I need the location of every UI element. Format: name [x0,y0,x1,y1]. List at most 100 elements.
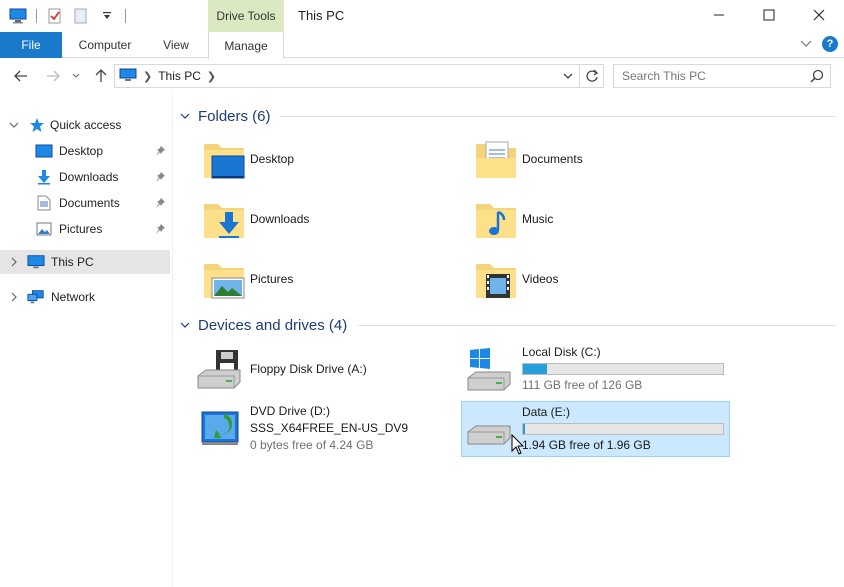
drive-usage-bar [522,423,724,435]
maximize-button[interactable] [744,0,794,30]
tab-computer[interactable]: Computer [68,32,142,58]
network-icon [27,288,45,306]
refresh-button[interactable] [579,65,603,87]
folder-tile-desktop[interactable]: Desktop [200,136,450,186]
drive-free-space: 1.94 GB free of 1.96 GB [522,438,651,452]
chevron-right-icon[interactable] [8,256,20,268]
folder-name: Desktop [250,152,295,166]
chevron-right-icon[interactable] [8,291,20,303]
desktop-folder-icon [200,136,248,184]
floppy-drive-icon [196,346,244,394]
drive-tile-floppy[interactable]: Floppy Disk Drive (A:) [196,346,446,394]
search-icon[interactable] [810,69,824,86]
videos-folder-icon [472,256,520,304]
window-controls [694,0,844,32]
breadcrumb-chevron-icon[interactable]: ❯ [143,70,152,83]
drive-free-space: 111 GB free of 126 GB [522,378,643,392]
drive-tile-data-e[interactable]: Data (E:) 1.94 GB free of 1.96 GB [461,401,730,457]
windows-drive-icon [466,346,514,394]
pin-icon[interactable] [154,145,166,157]
sidebar-item-label: This PC [51,255,94,269]
ribbon-tabs: File Computer View Manage ? [0,32,844,59]
close-button[interactable] [794,0,844,30]
folder-name: Documents [522,152,583,166]
folder-tile-videos[interactable]: Videos [472,256,722,306]
folder-tile-documents[interactable]: Documents [472,136,722,186]
quick-access-toolbar [0,0,128,32]
recent-locations-button[interactable] [68,66,84,86]
toolbar-separator [125,9,126,23]
tab-view[interactable]: View [150,32,202,58]
folder-tile-downloads[interactable]: Downloads [200,196,450,246]
sidebar-item-desktop[interactable]: Desktop [0,139,170,163]
customize-dropdown-icon[interactable] [97,6,117,26]
tab-manage[interactable]: Manage [208,32,284,59]
folder-name: Pictures [250,272,294,286]
forward-button[interactable] [42,66,64,86]
mouse-cursor-icon [511,433,525,459]
sidebar-item-label: Downloads [59,170,119,184]
devices-group-header[interactable]: Devices and drives (4) [178,315,836,335]
this-pc-icon [119,68,137,85]
drive-tile-local-disk-c[interactable]: Local Disk (C:) 111 GB free of 126 GB [466,342,728,394]
pin-icon[interactable] [154,171,166,183]
drive-usage-fill [523,364,547,374]
sidebar-item-this-pc[interactable]: This PC [0,250,170,274]
folder-name: Videos [522,272,559,286]
address-bar[interactable]: ❯ This PC ❯ [114,64,604,88]
drive-tools-label: Drive Tools [208,0,284,32]
drive-usage-bar [522,363,724,375]
navigation-pane: Quick access Desktop Downloads Documents [0,100,172,587]
star-icon [28,116,46,134]
music-folder-icon [472,196,520,244]
folder-tile-music[interactable]: Music [472,196,722,246]
drive-free-space: 0 bytes free of 4.24 GB [250,438,374,452]
address-dropdown-icon[interactable] [559,67,577,85]
documents-folder-icon [472,136,520,184]
window-title: This PC [298,8,345,23]
tab-file[interactable]: File [0,32,62,58]
pin-icon[interactable] [154,223,166,235]
sidebar-item-downloads[interactable]: Downloads [0,165,170,189]
chevron-down-icon[interactable] [178,109,192,123]
download-arrow-icon [35,168,53,186]
document-icon [35,194,53,212]
breadcrumb-this-pc[interactable]: This PC [158,69,201,83]
expand-ribbon-icon[interactable] [800,37,812,51]
drive-name: Data (E:) [522,405,571,419]
help-icon[interactable]: ? [822,36,838,52]
folders-group-title: Folders (6) [198,107,271,125]
sidebar-item-label: Desktop [59,144,104,158]
new-folder-icon[interactable] [71,6,91,26]
pictures-icon [35,220,53,238]
computer-icon[interactable] [8,6,28,26]
toolbar-separator [36,9,37,23]
folder-name: Downloads [250,212,310,226]
chevron-down-icon[interactable] [178,318,192,332]
search-box [613,64,831,88]
chevron-down-icon[interactable] [8,119,20,131]
devices-group-title: Devices and drives (4) [198,316,348,334]
drive-name: DVD Drive (D:) [250,404,330,418]
group-divider [358,325,836,326]
breadcrumb-chevron-icon[interactable]: ❯ [207,70,216,83]
hard-drive-icon [466,410,514,458]
folders-group-header[interactable]: Folders (6) [178,106,836,126]
folder-tile-pictures[interactable]: Pictures [200,256,450,306]
sidebar-item-pictures[interactable]: Pictures [0,217,170,241]
sidebar-item-label: Pictures [59,222,103,236]
folder-name: Music [522,212,554,226]
sidebar-item-network[interactable]: Network [0,285,170,309]
up-button[interactable] [90,66,112,86]
back-button[interactable] [10,66,32,86]
drive-tile-dvd-d[interactable]: DVD Drive (D:) SSS_X64FREE_EN-US_DV9 0 b… [196,402,446,456]
sidebar-item-label: Documents [59,196,120,210]
this-pc-icon [27,253,45,271]
pictures-folder-icon [200,256,248,304]
sidebar-item-quick-access[interactable]: Quick access [0,113,170,137]
pin-icon[interactable] [154,197,166,209]
sidebar-item-documents[interactable]: Documents [0,191,170,215]
properties-icon[interactable] [45,6,65,26]
search-input[interactable] [614,66,804,86]
minimize-button[interactable] [694,0,744,30]
